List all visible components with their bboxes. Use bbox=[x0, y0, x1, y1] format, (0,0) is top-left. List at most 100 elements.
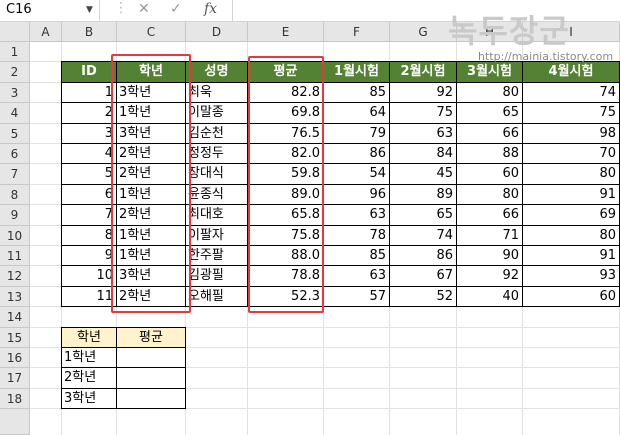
row-header[interactable]: 15 bbox=[0, 327, 30, 348]
table-cell[interactable]: 10 bbox=[61, 265, 117, 287]
name-box[interactable]: C16 ▼ bbox=[0, 0, 100, 21]
table-cell[interactable]: 김순천 bbox=[185, 122, 248, 144]
row-header[interactable]: 8 bbox=[0, 184, 30, 206]
table-cell[interactable]: 장대식 bbox=[185, 163, 248, 185]
table-cell[interactable]: 80 bbox=[456, 183, 523, 206]
row-header[interactable]: 11 bbox=[0, 246, 30, 267]
table-cell[interactable]: 윤종식 bbox=[185, 183, 248, 206]
table-cell[interactable]: 40 bbox=[456, 285, 523, 308]
insert-function-icon[interactable]: fx bbox=[204, 1, 217, 17]
table-cell[interactable]: 63 bbox=[323, 204, 390, 226]
select-all-corner[interactable] bbox=[0, 22, 30, 42]
table-cell[interactable]: 52 bbox=[389, 285, 457, 308]
table-cell[interactable]: 84 bbox=[389, 143, 457, 165]
table-cell[interactable]: 67 bbox=[389, 265, 457, 287]
table-header-cell[interactable]: 2월시험 bbox=[389, 61, 457, 83]
table-cell[interactable]: 김광필 bbox=[185, 265, 248, 287]
column-header[interactable]: B bbox=[62, 22, 117, 42]
table-cell[interactable]: 65 bbox=[389, 204, 457, 226]
table-cell[interactable]: 74 bbox=[522, 81, 620, 104]
table-cell[interactable]: 91 bbox=[522, 183, 620, 206]
table-cell[interactable]: 75 bbox=[389, 102, 457, 124]
table-cell[interactable]: 정정두 bbox=[185, 143, 248, 165]
table-cell[interactable]: 오해필 bbox=[185, 285, 248, 308]
table-cell[interactable]: 96 bbox=[323, 183, 390, 206]
row-header[interactable]: 3 bbox=[0, 82, 30, 104]
table-cell[interactable]: 60 bbox=[522, 285, 620, 308]
table-cell[interactable]: 70 bbox=[522, 143, 620, 165]
table-cell[interactable]: 최대호 bbox=[185, 204, 248, 226]
row-header[interactable]: 5 bbox=[0, 123, 30, 144]
table-cell[interactable]: 92 bbox=[389, 81, 457, 104]
table-cell[interactable]: 80 bbox=[522, 163, 620, 185]
table-cell[interactable]: 80 bbox=[522, 224, 620, 246]
table-cell[interactable]: 6 bbox=[61, 183, 117, 206]
row-header[interactable]: 18 bbox=[0, 388, 30, 410]
spreadsheet-grid[interactable]: A B C D E F G H I 1 2 3 4 5 6 7 8 9 10 11 12 13 14 15 16 17 18 ID 학년… bbox=[0, 22, 620, 435]
chevron-down-icon[interactable]: ▼ bbox=[86, 5, 93, 15]
table-cell[interactable]: 한주팔 bbox=[185, 245, 248, 267]
row-header[interactable]: 10 bbox=[0, 225, 30, 246]
table-cell[interactable]: 57 bbox=[323, 285, 390, 308]
table-cell[interactable]: 5 bbox=[61, 163, 117, 185]
summary-grade-cell[interactable]: 2학년 bbox=[61, 367, 117, 389]
table-cell[interactable]: 이말종 bbox=[185, 102, 248, 124]
table-cell[interactable]: 89 bbox=[389, 183, 457, 206]
table-cell[interactable]: 90 bbox=[456, 245, 523, 267]
table-cell[interactable]: 54 bbox=[323, 163, 390, 185]
table-header-cell[interactable]: 3월시험 bbox=[456, 61, 523, 83]
column-header[interactable]: E bbox=[248, 22, 324, 42]
table-cell[interactable]: 86 bbox=[323, 143, 390, 165]
row-header[interactable]: 1 bbox=[0, 42, 30, 63]
row-header[interactable]: 14 bbox=[0, 307, 30, 328]
row-header[interactable]: 17 bbox=[0, 368, 30, 389]
summary-average-cell[interactable] bbox=[116, 347, 186, 369]
table-cell[interactable]: 3 bbox=[61, 122, 117, 144]
table-cell[interactable]: 91 bbox=[522, 245, 620, 267]
column-header[interactable]: D bbox=[186, 22, 248, 42]
table-cell[interactable]: 63 bbox=[323, 265, 390, 287]
summary-average-cell[interactable] bbox=[116, 367, 186, 389]
cancel-icon[interactable]: ✕ bbox=[138, 1, 150, 17]
table-cell[interactable]: 이팔자 bbox=[185, 224, 248, 246]
table-cell[interactable]: 7 bbox=[61, 204, 117, 226]
table-cell[interactable]: 85 bbox=[323, 81, 390, 104]
table-cell[interactable]: 75 bbox=[522, 102, 620, 124]
table-cell[interactable]: 86 bbox=[389, 245, 457, 267]
table-header-cell[interactable]: 1월시험 bbox=[323, 61, 390, 83]
row-header[interactable]: 9 bbox=[0, 205, 30, 226]
summary-header-cell[interactable]: 평균 bbox=[116, 326, 186, 348]
summary-grade-cell[interactable]: 3학년 bbox=[61, 387, 117, 410]
table-cell[interactable]: 45 bbox=[389, 163, 457, 185]
table-cell[interactable]: 4 bbox=[61, 143, 117, 165]
table-cell[interactable]: 8 bbox=[61, 224, 117, 246]
row-header[interactable]: 6 bbox=[0, 144, 30, 165]
table-header-cell[interactable]: ID bbox=[61, 61, 117, 83]
table-cell[interactable]: 66 bbox=[456, 122, 523, 144]
enter-check-icon[interactable]: ✓ bbox=[170, 1, 182, 17]
column-header[interactable]: A bbox=[30, 22, 62, 42]
table-header-cell[interactable]: 4월시험 bbox=[522, 61, 620, 83]
summary-header-cell[interactable]: 학년 bbox=[61, 326, 117, 348]
table-cell[interactable]: 2 bbox=[61, 102, 117, 124]
table-cell[interactable]: 92 bbox=[456, 265, 523, 287]
row-header[interactable]: 2 bbox=[0, 62, 30, 83]
table-cell[interactable]: 93 bbox=[522, 265, 620, 287]
summary-grade-cell[interactable]: 1학년 bbox=[61, 347, 117, 369]
table-cell[interactable]: 9 bbox=[61, 245, 117, 267]
table-cell[interactable]: 60 bbox=[456, 163, 523, 185]
table-cell[interactable]: 66 bbox=[456, 204, 523, 226]
table-cell[interactable]: 64 bbox=[323, 102, 390, 124]
table-cell[interactable]: 69 bbox=[522, 204, 620, 226]
row-header[interactable]: 12 bbox=[0, 266, 30, 287]
table-cell[interactable]: 최욱 bbox=[185, 81, 248, 104]
table-cell[interactable]: 65 bbox=[456, 102, 523, 124]
row-header[interactable]: 16 bbox=[0, 348, 30, 369]
row-header[interactable]: 4 bbox=[0, 103, 30, 124]
table-cell[interactable]: 11 bbox=[61, 285, 117, 308]
column-header[interactable]: C bbox=[117, 22, 186, 42]
row-header[interactable]: 13 bbox=[0, 286, 30, 308]
table-cell[interactable]: 78 bbox=[323, 224, 390, 246]
row-header[interactable]: 7 bbox=[0, 164, 30, 185]
table-header-cell[interactable]: 성명 bbox=[185, 61, 248, 83]
